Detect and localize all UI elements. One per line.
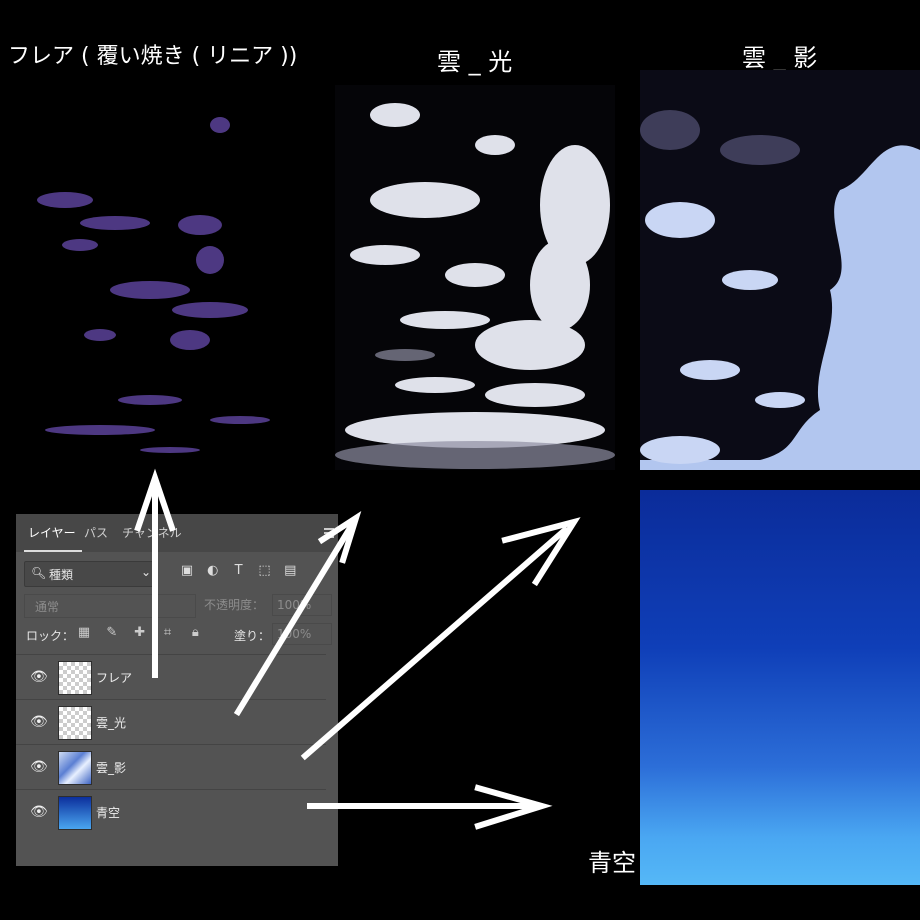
caption-cloud-light: 雲 _ 光 bbox=[437, 48, 513, 76]
layer-name: フレア bbox=[96, 671, 133, 685]
lock-pixels-icon[interactable]: ✎ bbox=[100, 625, 124, 640]
layer-thumbnail bbox=[58, 751, 92, 785]
tab-paths[interactable]: パス bbox=[84, 524, 108, 541]
arrow-to-blue-sky bbox=[307, 784, 553, 830]
fill-label: 塗り： bbox=[234, 629, 271, 643]
search-icon: 🔍︎ bbox=[31, 566, 47, 580]
visibility-eye-icon[interactable]: 👁︎ bbox=[30, 759, 48, 775]
layer-thumbnail bbox=[58, 706, 92, 740]
shape-filter-icon[interactable]: ⬚ bbox=[253, 563, 275, 578]
blend-mode-value: 通常 bbox=[35, 600, 60, 614]
chevron-down-icon: ⌄ bbox=[140, 565, 151, 579]
lock-position-icon[interactable]: ✚ bbox=[128, 625, 152, 640]
lock-artboard-icon[interactable]: ⌗ bbox=[155, 625, 179, 640]
layer-row-flare[interactable]: 👁︎ フレア bbox=[16, 654, 326, 699]
filter-kind-label: 種類 bbox=[49, 568, 74, 582]
layer-thumbnail bbox=[58, 661, 92, 695]
arrow-to-cloud-shadow bbox=[300, 517, 581, 761]
panel-tab-bar: レイヤー パス チャンネル bbox=[16, 514, 338, 552]
layer-row-cloud-shadow[interactable]: 👁︎ 雲_影 bbox=[16, 744, 326, 789]
layer-name: 雲_影 bbox=[96, 761, 127, 775]
adjustment-filter-icon[interactable]: ◐ bbox=[202, 563, 224, 578]
opacity-label: 不透明度： bbox=[204, 598, 265, 612]
blend-mode-select[interactable]: 通常 bbox=[24, 594, 196, 618]
layer-name: 雲_光 bbox=[96, 716, 127, 730]
tab-layers[interactable]: レイヤー bbox=[28, 524, 76, 541]
active-tab-indicator bbox=[24, 550, 82, 552]
smart-object-filter-icon[interactable]: ▤ bbox=[279, 563, 301, 578]
layer-name: 青空 bbox=[96, 806, 121, 820]
type-filter-icon[interactable]: T bbox=[228, 563, 250, 578]
visibility-eye-icon[interactable]: 👁︎ bbox=[30, 714, 48, 730]
layer-row-cloud-light[interactable]: 👁︎ 雲_光 bbox=[16, 699, 326, 744]
lock-transparency-icon[interactable]: ▦ bbox=[72, 625, 96, 640]
flare-layer-preview bbox=[20, 95, 300, 475]
panel-menu-icon[interactable] bbox=[324, 528, 334, 540]
cloud-shadow-layer-preview bbox=[640, 70, 920, 470]
layer-row-blue-sky[interactable]: 👁︎ 青空 bbox=[16, 789, 326, 834]
caption-blue-sky: 青空 bbox=[588, 849, 636, 877]
opacity-input[interactable]: 100% bbox=[272, 594, 332, 616]
visibility-eye-icon[interactable]: 👁︎ bbox=[30, 669, 48, 685]
layers-panel: レイヤー パス チャンネル 🔍︎ 種類 ⌄ ▣ ◐ T ⬚ ▤ 通常 不透明度：… bbox=[16, 514, 338, 866]
lock-label: ロック： bbox=[26, 629, 75, 643]
fill-input[interactable]: 100% bbox=[272, 623, 332, 645]
tab-channels[interactable]: チャンネル bbox=[122, 524, 182, 541]
blue-sky-layer-preview bbox=[640, 490, 920, 885]
caption-flare: フレア ( 覆い焼き ( リニア )) bbox=[8, 44, 298, 69]
layer-thumbnail bbox=[58, 796, 92, 830]
lock-all-icon[interactable]: 🔒︎ bbox=[183, 625, 207, 640]
cloud-light-layer-preview bbox=[335, 85, 615, 470]
layer-filter-select[interactable]: 🔍︎ 種類 ⌄ bbox=[24, 561, 158, 587]
caption-cloud-shadow: 雲 _ 影 bbox=[742, 44, 818, 72]
image-filter-icon[interactable]: ▣ bbox=[176, 563, 198, 578]
visibility-eye-icon[interactable]: 👁︎ bbox=[30, 804, 48, 820]
